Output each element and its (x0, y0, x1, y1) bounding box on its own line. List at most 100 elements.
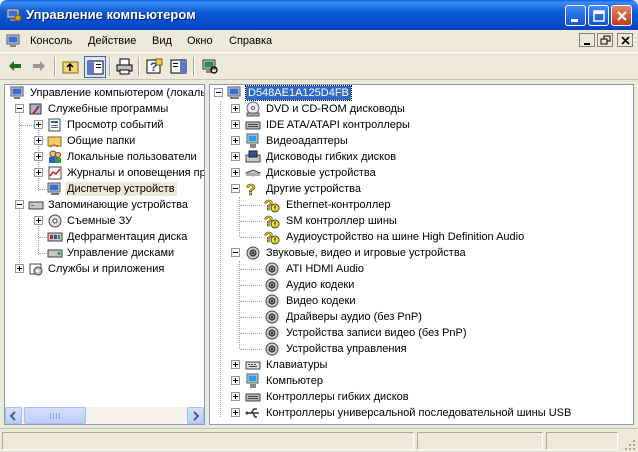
show-hide-tree-button[interactable] (84, 56, 106, 78)
computer-management-icon (10, 86, 24, 99)
child-close-button[interactable] (617, 33, 633, 47)
expand-toggle[interactable] (34, 216, 43, 225)
restore-icon (600, 35, 611, 45)
tree-connector (240, 301, 262, 302)
back-arrow-icon (9, 61, 21, 71)
help-button[interactable]: ? (144, 56, 166, 78)
plus-icon (233, 170, 238, 175)
window-title: Управление компьютером (26, 7, 196, 22)
child-restore-button[interactable] (597, 33, 613, 47)
expand-toggle[interactable] (34, 152, 43, 161)
scan-hardware-button[interactable] (199, 56, 221, 78)
expand-toggle[interactable] (231, 392, 240, 401)
chevron-right-icon (193, 411, 200, 421)
status-panel (2, 432, 414, 450)
plus-icon (233, 410, 238, 415)
device-tree-pane[interactable]: D548AE1A125D4FB DVD и CD-ROM дисководы I… (209, 84, 634, 425)
unknown-device-warning-icon: ? (264, 213, 280, 229)
tree-connector (220, 101, 221, 417)
print-icon (116, 58, 133, 75)
tree-item-label: Видео кодеки (286, 295, 356, 307)
expand-toggle[interactable] (34, 136, 43, 145)
child-minimize-button[interactable] (579, 33, 595, 47)
expand-toggle[interactable] (231, 168, 240, 177)
svg-text:?: ? (246, 182, 256, 197)
plus-icon (233, 378, 238, 383)
expand-toggle[interactable] (34, 168, 43, 177)
forward-button[interactable] (29, 56, 51, 78)
tree-item-label: Управление компьютером (локаль (30, 87, 205, 99)
tree-item-label: Дисководы гибких дисков (266, 151, 397, 163)
menu-view[interactable]: Вид (152, 35, 172, 47)
sound-device-icon (246, 246, 260, 260)
maximize-button[interactable] (588, 5, 609, 26)
sound-device-icon (265, 310, 279, 324)
close-button[interactable] (611, 5, 632, 26)
tree-item-label: Контроллеры гибких дисков (266, 391, 409, 403)
usb-icon (245, 408, 259, 418)
computer-management-icon[interactable] (6, 33, 22, 49)
tree-item-label: Дисковые устройства (266, 167, 376, 179)
tree-item-label: Аудиоустройство на шине High Definition … (286, 231, 525, 243)
sound-device-icon (265, 262, 279, 276)
tree-item-label: ATI HDMI Audio (286, 263, 365, 275)
expand-toggle[interactable] (231, 120, 240, 129)
cdrom-icon (246, 101, 260, 117)
tree-item-label: Устройства управления (286, 343, 407, 355)
expand-toggle[interactable] (231, 152, 240, 161)
menu-help[interactable]: Справка (229, 35, 272, 47)
horizontal-scrollbar[interactable] (5, 407, 204, 424)
back-button[interactable] (5, 56, 27, 78)
minus-icon (233, 252, 238, 253)
expand-toggle[interactable] (231, 360, 240, 369)
collapse-toggle[interactable] (231, 184, 240, 193)
show-hide-action-pane-icon (170, 59, 187, 74)
collapse-toggle[interactable] (15, 104, 24, 113)
tree-item-label: Диспетчер устройств (65, 182, 177, 196)
collapse-toggle[interactable] (231, 248, 240, 257)
scroll-left-button[interactable] (5, 407, 22, 424)
collapse-toggle[interactable] (214, 88, 223, 97)
print-button[interactable] (114, 56, 136, 78)
plus-icon (36, 122, 41, 127)
menu-window[interactable]: Окно (187, 35, 213, 47)
minus-icon (17, 108, 22, 109)
toolbar-separator (109, 57, 111, 76)
resize-grip-icon[interactable] (624, 439, 636, 451)
computer-icon (227, 86, 241, 99)
menu-console[interactable]: Консоль (30, 35, 72, 47)
expand-toggle[interactable] (34, 120, 43, 129)
users-icon (49, 150, 61, 163)
title-bar[interactable]: Управление компьютером (0, 0, 638, 30)
removable-storage-icon (48, 214, 62, 228)
menu-bar: Консоль Действие Вид Окно Справка (0, 30, 638, 52)
expand-toggle[interactable] (231, 104, 240, 113)
tree-item-label: Контроллеры универсальной последовательн… (266, 407, 572, 419)
console-tree-pane[interactable]: Управление компьютером (локаль Служебные… (4, 84, 205, 425)
close-icon (621, 36, 630, 45)
plus-icon (233, 138, 238, 143)
expand-toggle[interactable] (231, 408, 240, 417)
up-button[interactable] (60, 56, 82, 78)
menu-action[interactable]: Действие (88, 35, 136, 47)
expand-toggle[interactable] (15, 264, 24, 273)
expand-toggle[interactable] (231, 136, 240, 145)
chevron-left-icon (9, 411, 16, 421)
expand-toggle[interactable] (231, 376, 240, 385)
tree-connector (20, 125, 34, 126)
shared-folders-icon (47, 136, 62, 148)
minimize-button[interactable] (565, 5, 586, 26)
scrollbar-thumb[interactable] (24, 407, 86, 424)
plus-icon (233, 394, 238, 399)
collapse-toggle[interactable] (15, 200, 24, 209)
ide-controller-icon (245, 121, 261, 130)
show-hide-action-pane-button[interactable] (168, 56, 190, 78)
tree-item-label: Видеоадаптеры (266, 135, 348, 147)
tree-connector (240, 333, 262, 334)
device-manager-icon (47, 182, 61, 195)
disk-management-icon (47, 249, 63, 258)
help-icon: ? (146, 58, 163, 74)
status-bar (0, 428, 638, 452)
scroll-right-button[interactable] (187, 407, 204, 424)
tree-item-label: Другие устройства (266, 183, 361, 195)
